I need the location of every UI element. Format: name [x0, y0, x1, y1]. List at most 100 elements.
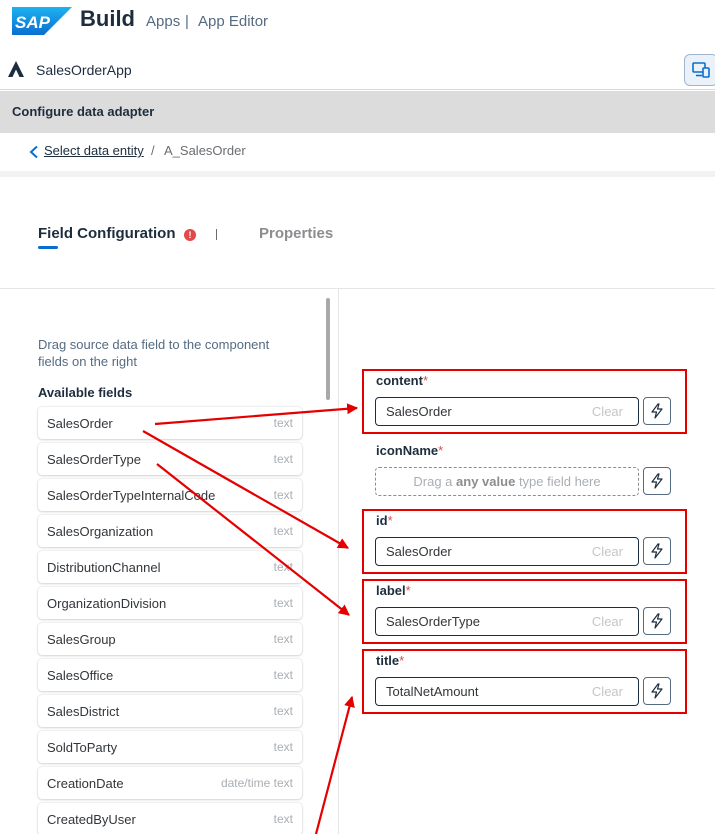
formula-bolt-button[interactable]	[643, 537, 671, 565]
component-field-label: id*	[376, 513, 393, 528]
field-item-name: SalesDistrict	[47, 704, 120, 719]
lightning-bolt-icon	[651, 473, 663, 489]
field-item[interactable]: CreatedByUser text	[38, 803, 302, 834]
section-divider	[0, 171, 715, 177]
device-preview-button[interactable]	[684, 54, 715, 86]
component-field-label-text: title	[376, 653, 400, 668]
field-item-type: text	[273, 596, 293, 610]
field-item-type: text	[273, 632, 293, 646]
mapped-field-input[interactable]: TotalNetAmount Clear	[375, 677, 639, 706]
breadcrumb-current: A_SalesOrder	[164, 143, 246, 158]
field-item[interactable]: SalesOrganization text	[38, 515, 302, 547]
component-field-label: label* SalesOrderType Clear	[362, 579, 687, 644]
clear-button[interactable]: Clear	[592, 544, 623, 559]
required-mark: *	[405, 583, 411, 598]
annotation-arrow-totalnetamount-to-title	[314, 695, 355, 834]
field-item-type: text	[273, 416, 293, 430]
field-item[interactable]: SalesOffice text	[38, 659, 302, 691]
brand-bar: SAP Build Apps | App Editor	[0, 0, 715, 48]
field-item-name: SalesOrganization	[47, 524, 154, 539]
field-item-name: SalesOrderTypeInternalCode	[47, 488, 216, 503]
clear-button[interactable]: Clear	[592, 684, 623, 699]
formula-bolt-button[interactable]	[643, 397, 671, 425]
field-item[interactable]: SalesOrderType text	[38, 443, 302, 475]
field-item-name: SalesOrder	[47, 416, 113, 431]
field-item[interactable]: SalesOrder text	[38, 407, 302, 439]
breadcrumb-link-select-entity[interactable]: Select data entity	[44, 143, 144, 158]
field-item-type: text	[273, 812, 293, 826]
available-fields-title: Available fields	[38, 385, 133, 400]
dropzone-text-suffix: type field here	[518, 474, 601, 489]
field-item[interactable]: CreationDate date/time text	[38, 767, 302, 799]
column-divider	[338, 289, 339, 834]
field-item-type: text	[273, 488, 293, 502]
mapped-field-input[interactable]: SalesOrder Clear	[375, 397, 639, 426]
required-mark: *	[422, 373, 429, 388]
info-icon[interactable]: !	[184, 229, 196, 241]
formula-bolt-button[interactable]	[643, 467, 671, 495]
field-item-name: OrganizationDivision	[47, 596, 167, 611]
required-mark: *	[387, 513, 393, 528]
component-field-label: label*	[376, 583, 411, 598]
field-item-type: text	[273, 704, 293, 718]
required-mark: *	[438, 443, 444, 458]
field-item-type: text	[273, 668, 293, 682]
brand-editor-label: App Editor	[198, 13, 269, 30]
tab-properties[interactable]: Properties	[259, 225, 333, 242]
mapped-field-value: TotalNetAmount	[386, 684, 479, 699]
field-item-name: CreatedByUser	[47, 812, 136, 827]
component-field-label: title*	[376, 653, 404, 668]
field-item-type: date/time text	[220, 776, 293, 790]
field-item[interactable]: SalesGroup text	[38, 623, 302, 655]
tab-field-configuration[interactable]: Field Configuration	[38, 225, 175, 242]
component-field-title: title* TotalNetAmount Clear	[362, 649, 687, 714]
device-preview-icon	[692, 62, 710, 78]
field-item[interactable]: SoldToParty text	[38, 731, 302, 763]
component-field-label: content*	[376, 373, 428, 388]
svg-text:SAP: SAP	[15, 13, 51, 32]
component-field-content: content* SalesOrder Clear	[362, 369, 687, 434]
field-item[interactable]: SalesDistrict text	[38, 695, 302, 727]
mapped-field-input[interactable]: SalesOrder Clear	[375, 537, 639, 566]
formula-bolt-button[interactable]	[643, 607, 671, 635]
app-name[interactable]: SalesOrderApp	[36, 62, 132, 78]
breadcrumb: Select data entity / A_SalesOrder	[0, 133, 715, 171]
available-fields-list: SalesOrder text SalesOrderType text SalesOrd…	[38, 407, 302, 834]
field-item[interactable]: SalesOrderTypeInternalCode text	[38, 479, 302, 511]
drag-hint: Drag source data field to the component …	[38, 337, 270, 369]
brand-section[interactable]: Apps	[146, 13, 180, 30]
dropzone-text-emphasis: any value	[456, 474, 516, 489]
component-field-label-text: iconName	[376, 443, 439, 458]
field-item-name: SalesGroup	[47, 632, 116, 647]
component-field-label-text: content	[376, 373, 423, 388]
app-editor-page: SAP Build Apps | App Editor SalesOrderAp…	[0, 0, 715, 834]
field-item-name: SalesOffice	[47, 668, 114, 683]
clear-button[interactable]: Clear	[592, 404, 623, 419]
lightning-bolt-icon	[651, 613, 663, 629]
app-bar: SalesOrderApp	[0, 48, 715, 90]
tab-selected-indicator	[38, 246, 58, 249]
breadcrumb-separator: /	[151, 143, 155, 158]
field-item-type: text	[273, 560, 293, 574]
tabs-rule	[0, 288, 715, 289]
app-logo-icon	[8, 61, 24, 77]
product-name: Build	[80, 6, 135, 31]
field-item[interactable]: DistributionChannel text	[38, 551, 302, 583]
field-dropzone[interactable]: Drag a any value type field here	[375, 467, 639, 496]
component-field-label-text: id	[376, 513, 388, 528]
panel-title: Configure data adapter	[12, 104, 155, 119]
tab-divider	[216, 229, 217, 240]
field-item-type: text	[273, 524, 293, 538]
clear-button[interactable]: Clear	[592, 614, 623, 629]
field-item-name: CreationDate	[47, 776, 124, 791]
sap-logo[interactable]: SAP	[12, 7, 72, 35]
field-item-type: text	[273, 452, 293, 466]
mapped-field-value: SalesOrder	[386, 544, 452, 559]
mapped-field-input[interactable]: SalesOrderType Clear	[375, 607, 639, 636]
formula-bolt-button[interactable]	[643, 677, 671, 705]
chevron-left-icon[interactable]	[28, 145, 40, 159]
field-list-scrollbar[interactable]	[326, 298, 330, 400]
field-item[interactable]: OrganizationDivision text	[38, 587, 302, 619]
mapped-field-value: SalesOrder	[386, 404, 452, 419]
component-field-label: iconName*	[376, 443, 443, 458]
